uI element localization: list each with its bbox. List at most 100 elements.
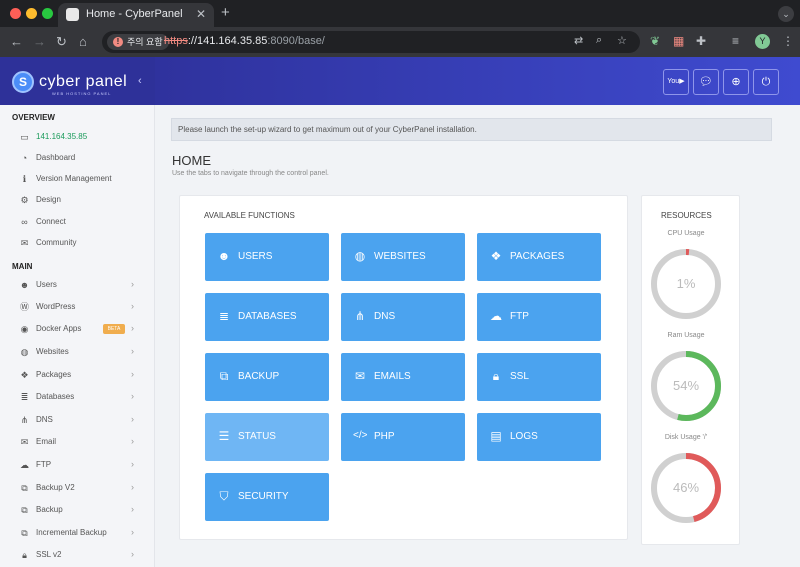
sidebar-item-connect[interactable]: ∞ Connect xyxy=(0,212,155,233)
comments-icon: ✉ xyxy=(20,238,29,248)
new-tab-icon[interactable]: + xyxy=(221,4,230,21)
emails-button[interactable]: ✉ EMAILS xyxy=(341,353,465,401)
function-label: USERS xyxy=(238,251,273,262)
users-icon: ☻ xyxy=(19,280,30,290)
back-icon[interactable]: ← xyxy=(10,34,23,50)
sidebar-item-ftp[interactable]: ☁ FTP › xyxy=(0,455,155,476)
sidebar-item-dashboard[interactable]: ◔ Dashboard xyxy=(0,148,155,169)
reading-list-icon[interactable]: ≡ xyxy=(732,34,739,48)
envelope-icon: ✉ xyxy=(20,437,29,447)
sidebar-item-version-management[interactable]: ℹ Version Management xyxy=(0,169,155,190)
translate-icon[interactable]: ⇄ xyxy=(574,34,583,47)
tab-close-icon[interactable]: ✕ xyxy=(196,7,206,21)
sidebar-item-incremental-backup[interactable]: ⧉ Incremental Backup › xyxy=(0,523,155,544)
browser-tab[interactable]: Home - CyberPanel ✕ xyxy=(58,3,214,27)
sidebar-item-ssl-v2[interactable]: 🔒︎ SSL v2 › xyxy=(0,545,155,566)
info-icon: ℹ xyxy=(22,174,27,184)
sidebar-item-community[interactable]: ✉ Community xyxy=(0,233,155,254)
power-icon[interactable]: ⏻ xyxy=(753,69,779,95)
function-label: SECURITY xyxy=(238,491,289,502)
address-bar[interactable]: ! 주의 요함 https://141.164.35.85:8090/base/… xyxy=(102,31,640,53)
sidebar-item-label: Email xyxy=(36,437,57,446)
chevron-right-icon: › xyxy=(131,301,134,311)
database-icon: ≣ xyxy=(20,392,29,402)
chat-icon[interactable]: 💬︎ xyxy=(693,69,719,95)
browser-menu-icon[interactable]: ⋮ xyxy=(782,34,794,48)
code-icon: </> xyxy=(353,430,368,441)
sidebar-item-packages[interactable]: ❖ Packages › xyxy=(0,365,155,386)
sidebar-item-backup-v2[interactable]: ⧉ Backup V2 › xyxy=(0,478,155,499)
reload-icon[interactable]: ↻ xyxy=(56,34,67,50)
backup-button[interactable]: ⧉ BACKUP xyxy=(205,353,329,401)
browser-toolbar: ← → ↻ ⌂ ! 주의 요함 https://141.164.35.85:80… xyxy=(0,27,800,57)
chevron-right-icon: › xyxy=(131,391,134,401)
envelope-icon: ✉ xyxy=(354,369,366,383)
cubes-icon: ❖ xyxy=(20,370,29,380)
function-label: PHP xyxy=(374,431,395,442)
minimize-window-button[interactable] xyxy=(26,8,37,19)
support-icon[interactable]: ⊕ xyxy=(723,69,749,95)
sidebar-item-label: Packages xyxy=(36,370,72,379)
zoom-icon[interactable]: ⌕ xyxy=(596,34,602,47)
sidebar-item-websites[interactable]: ◍ Websites › xyxy=(0,342,155,363)
function-label: PACKAGES xyxy=(510,251,565,262)
function-label: BACKUP xyxy=(238,371,280,382)
sitemap-icon: ⋔ xyxy=(354,309,366,323)
logs-button[interactable]: ▤ LOGS xyxy=(477,413,601,461)
chevron-right-icon: › xyxy=(131,482,134,492)
databases-button[interactable]: ≣ DATABASES xyxy=(205,293,329,341)
brand-logo[interactable]: S cyber panel WEB HOSTING PANEL ‹ xyxy=(0,57,155,105)
profile-avatar[interactable]: Y xyxy=(755,34,770,49)
ssl-button[interactable]: 🔒︎ SSL xyxy=(477,353,601,401)
extensions-puzzle-icon[interactable]: ✚ xyxy=(696,34,706,48)
sidebar-item-docker-apps[interactable]: ◉ Docker Apps BETA › xyxy=(0,319,155,340)
sidebar-collapse-icon[interactable]: ‹ xyxy=(138,75,142,87)
home-icon[interactable]: ⌂ xyxy=(79,34,87,50)
websites-button[interactable]: ◍ WEBSITES xyxy=(341,233,465,281)
forward-icon[interactable]: → xyxy=(33,34,46,50)
url-text[interactable]: https://141.164.35.85:8090/base/ xyxy=(164,35,325,47)
sidebar-item-label: Design xyxy=(36,195,61,204)
function-label: WEBSITES xyxy=(374,251,426,262)
tab-search-icon[interactable]: ⌄ xyxy=(778,6,794,22)
bookmark-star-icon[interactable]: ☆ xyxy=(617,34,627,47)
sidebar-item-wordpress[interactable]: Ⓦ WordPress › xyxy=(0,297,155,318)
sidebar-item-label: WordPress xyxy=(36,302,76,311)
chevron-right-icon: › xyxy=(131,459,134,469)
sidebar-item-design[interactable]: ⚙ Design xyxy=(0,190,155,211)
security-warning-chip[interactable]: ! 주의 요함 xyxy=(107,34,169,50)
youtube-icon[interactable]: You▶ xyxy=(663,69,689,95)
ram-usage-label: Ram Usage xyxy=(667,332,705,339)
page-title: HOME xyxy=(172,153,211,168)
sidebar-item-email[interactable]: ✉ Email › xyxy=(0,432,155,453)
gear-icon: ⚙ xyxy=(20,195,29,205)
close-window-button[interactable] xyxy=(10,8,21,19)
maximize-window-button[interactable] xyxy=(42,8,53,19)
page-subtitle: Use the tabs to navigate through the con… xyxy=(172,170,329,177)
sidebar-item-label: Incremental Backup xyxy=(36,528,107,537)
file-icon: ▤ xyxy=(490,429,502,443)
extension-grid-icon[interactable]: ▦ xyxy=(673,34,684,48)
sidebar-item-dns[interactable]: ⋔ DNS › xyxy=(0,410,155,431)
sidebar-section-overview: OVERVIEW xyxy=(12,113,55,122)
docker-icon: ◉ xyxy=(20,324,29,334)
function-label: SSL xyxy=(510,371,529,382)
sidebar-item-ip[interactable]: ▭ 141.164.35.85 xyxy=(0,127,155,148)
status-button[interactable]: ☰ STATUS xyxy=(205,413,329,461)
sidebar-item-label: 141.164.35.85 xyxy=(36,132,88,141)
sidebar-item-backup[interactable]: ⧉ Backup › xyxy=(0,500,155,521)
dns-button[interactable]: ⋔ DNS xyxy=(341,293,465,341)
sidebar-item-databases[interactable]: ≣ Databases › xyxy=(0,387,155,408)
resources-heading: RESOURCES xyxy=(661,211,712,220)
sidebar-item-label: FTP xyxy=(36,460,52,469)
users-button[interactable]: ☻ USERS xyxy=(205,233,329,281)
sidebar-item-users[interactable]: ☻ Users › xyxy=(0,275,155,296)
chevron-right-icon: › xyxy=(131,549,134,559)
packages-button[interactable]: ❖ PACKAGES xyxy=(477,233,601,281)
cyberpanel-logo-icon: S xyxy=(12,71,34,93)
brand-subtitle: WEB HOSTING PANEL xyxy=(52,91,112,96)
ftp-button[interactable]: ☁ FTP xyxy=(477,293,601,341)
security-button[interactable]: ⛉ SECURITY xyxy=(205,473,329,521)
php-button[interactable]: </> PHP xyxy=(341,413,465,461)
extension-leaf-icon[interactable]: ❦ xyxy=(650,34,660,48)
